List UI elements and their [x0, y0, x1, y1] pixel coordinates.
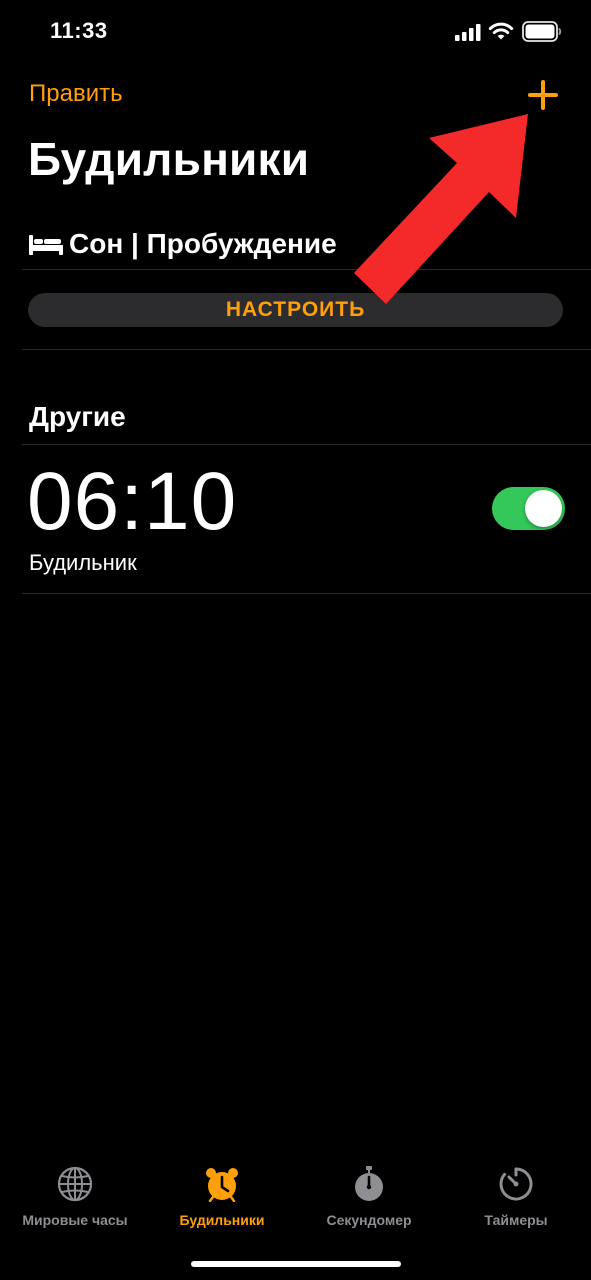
section-title-others: Другие [29, 401, 126, 432]
sleep-section-header: Сон | Пробуждение [29, 226, 337, 262]
battery-icon [522, 21, 562, 42]
stopwatch-icon [355, 1166, 383, 1201]
alarm-toggle[interactable] [492, 487, 565, 530]
tab-label: Секундомер [326, 1212, 412, 1228]
red-arrow-annotation [354, 114, 528, 304]
divider [22, 593, 591, 594]
tab-world-clock[interactable]: Мировые часы [0, 1166, 150, 1228]
tab-timers[interactable]: Таймеры [441, 1166, 591, 1228]
alarm-clock-icon [206, 1168, 238, 1202]
divider [22, 444, 591, 445]
tab-alarms[interactable]: Будильники [147, 1166, 297, 1228]
cellular-signal-icon [455, 24, 481, 41]
sleep-label: Сон | Пробуждение [69, 228, 337, 259]
status-time: 11:33 [50, 18, 108, 43]
tab-label: Будильники [179, 1212, 265, 1228]
bed-icon [29, 235, 63, 255]
page-title: Будильники [28, 133, 310, 185]
toggle-knob [525, 490, 562, 527]
timer-icon [499, 1167, 533, 1201]
divider [22, 349, 591, 350]
edit-button[interactable]: Править [29, 80, 123, 108]
setup-label: НАСТРОИТЬ [225, 298, 366, 321]
home-indicator[interactable] [191, 1261, 401, 1267]
alarm-label: Будильник [29, 550, 137, 575]
tab-label: Таймеры [484, 1212, 548, 1228]
tab-label: Мировые часы [22, 1212, 128, 1228]
tab-stopwatch[interactable]: Секундомер [294, 1166, 444, 1228]
status-bar: 11:33 [0, 0, 591, 66]
wifi-icon [488, 22, 514, 40]
globe-icon [57, 1166, 93, 1202]
alarm-time: 06:10 [27, 456, 238, 547]
